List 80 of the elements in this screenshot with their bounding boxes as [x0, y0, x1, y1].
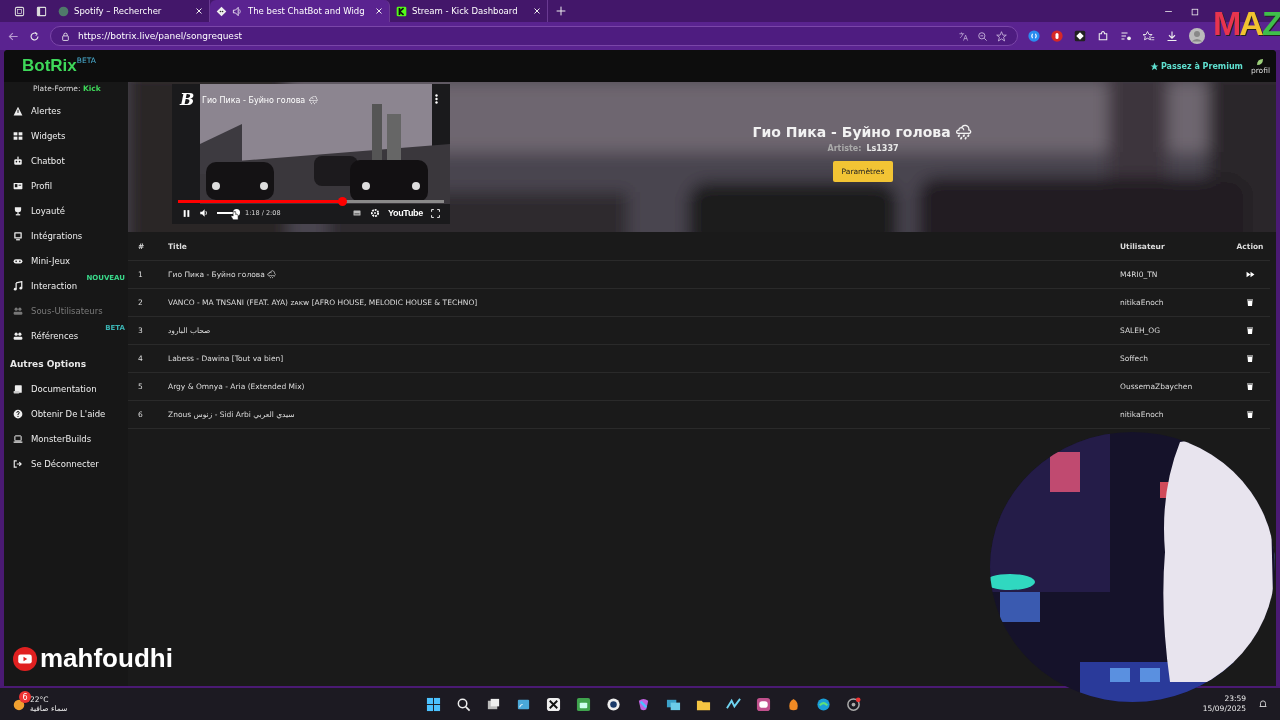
- lock-icon: [61, 31, 70, 41]
- play-badge-icon: [13, 646, 37, 671]
- workspaces-icon: [13, 5, 25, 17]
- restore-icon: [1191, 6, 1200, 16]
- sidebar-item[interactable]: Loyauté: [4, 198, 128, 223]
- star-icon: [1149, 61, 1159, 71]
- avatar-icon: [1189, 28, 1205, 44]
- playlist-icon: [1120, 30, 1132, 42]
- delete-button[interactable]: [1246, 410, 1254, 419]
- windows-start-icon: [425, 696, 441, 712]
- plus-icon: [556, 6, 566, 16]
- new-tab-button[interactable]: [556, 6, 566, 16]
- skip-button[interactable]: [1245, 270, 1255, 279]
- browser-tab[interactable]: The best ChatBot and Widg: [210, 0, 390, 22]
- logo-letter: Z: [1261, 6, 1280, 40]
- sidebar-item[interactable]: MonsterBuilds: [4, 426, 128, 451]
- star-icon: [996, 30, 1007, 42]
- trophy-icon: [13, 205, 23, 216]
- logout-icon: [13, 458, 23, 469]
- app-logo: BotRix: [22, 56, 77, 76]
- close-icon: [375, 7, 383, 15]
- section-heading: Autres Options: [10, 358, 88, 371]
- k-letter-icon: [396, 5, 407, 17]
- users-icon: [13, 330, 23, 341]
- zoom-out-icon: [977, 30, 988, 42]
- sidebar-item[interactable]: Documentation: [4, 376, 128, 401]
- trash-icon: [1246, 354, 1254, 363]
- refresh-icon: [29, 30, 40, 42]
- channel-name: mahfoudhi: [40, 643, 173, 674]
- translate-icon: [958, 30, 969, 42]
- notification-bell-icon: [1258, 699, 1268, 709]
- trash-icon: [1246, 298, 1254, 307]
- delete-button[interactable]: [1246, 298, 1254, 307]
- close-icon: [195, 7, 203, 15]
- sidebar-item[interactable]: Intégrations: [4, 223, 128, 248]
- laptop-icon: [13, 433, 23, 444]
- diamond-icon: [1074, 30, 1086, 42]
- trash-icon: [1246, 382, 1254, 391]
- download-icon: [1166, 30, 1178, 42]
- robot-icon: [13, 155, 23, 166]
- camera-icon: [605, 696, 621, 712]
- leaf-icon: [1256, 57, 1265, 66]
- windows-stack-icon: [485, 696, 501, 712]
- sidebar-item[interactable]: Chatbot: [4, 148, 128, 173]
- monitor-icon: [13, 230, 23, 241]
- id-card-icon: [13, 180, 23, 191]
- scroll-icon: [13, 383, 23, 394]
- sidebar-item[interactable]: Alertes: [4, 98, 128, 123]
- fast-forward-icon: [1245, 270, 1255, 279]
- puzzle-icon: [1097, 30, 1109, 42]
- sidebar-item[interactable]: Mini-Jeux: [4, 248, 128, 273]
- back-icon: [8, 30, 19, 42]
- sidebar-item[interactable]: Obtenir De L'aide: [4, 401, 128, 426]
- trash-icon: [1246, 410, 1254, 419]
- warning-icon: [13, 105, 23, 116]
- logo-letter: A: [1239, 6, 1262, 40]
- search-icon: [455, 696, 471, 712]
- music-note-icon: [13, 280, 23, 291]
- sidebar-item[interactable]: Se Déconnecter: [4, 451, 128, 476]
- delete-button[interactable]: [1246, 354, 1254, 363]
- delete-button[interactable]: [1246, 326, 1254, 335]
- favorites-icon: [1143, 30, 1155, 42]
- help-icon: [13, 408, 23, 419]
- robot-face-icon: [216, 5, 227, 17]
- trash-icon: [1246, 326, 1254, 335]
- taskbar-app[interactable]: [604, 695, 622, 713]
- sidebar-item[interactable]: Widgets: [4, 123, 128, 148]
- close-icon: [533, 7, 541, 15]
- speaker-icon: [232, 5, 243, 17]
- grid-icon: [13, 130, 23, 141]
- premium-link[interactable]: Passez à Premium: [1149, 61, 1243, 71]
- logo-letter: M: [1213, 6, 1240, 40]
- tab-actions-icon: [35, 5, 47, 17]
- notification-badge: 6: [19, 691, 31, 703]
- users-icon: [13, 305, 23, 316]
- address-bar[interactable]: https://botrix.live/panel/songrequest: [50, 26, 1018, 46]
- sidebar-item[interactable]: Profil: [4, 173, 128, 198]
- taskbar-app[interactable]: [424, 695, 442, 713]
- wave-icon: [725, 696, 741, 712]
- delete-button[interactable]: [1246, 382, 1254, 391]
